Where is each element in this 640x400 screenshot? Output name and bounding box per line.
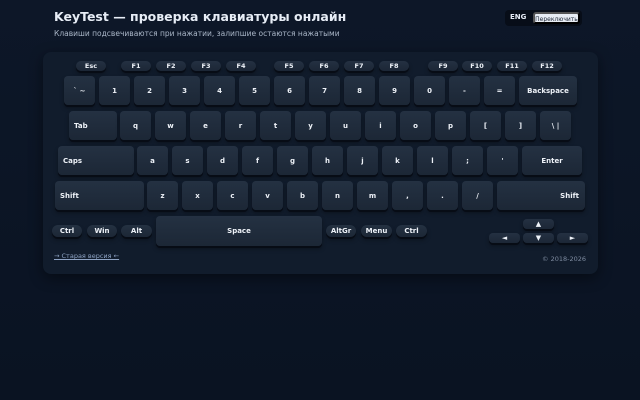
key-menu[interactable]: Menu [361,225,392,237]
key-ctrl-right[interactable]: Ctrl [396,225,427,237]
key-f2[interactable]: F2 [156,61,186,71]
key-o[interactable]: o [400,111,431,140]
key-j[interactable]: j [347,146,378,175]
key-9[interactable]: 9 [379,76,410,105]
key-f11[interactable]: F11 [497,61,527,71]
page-title: KeyTest — проверка клавиатуры онлайн [54,9,347,24]
key-f12[interactable]: F12 [532,61,562,71]
key-alt[interactable]: Alt [121,225,152,237]
key-b[interactable]: b [287,181,318,210]
key-x[interactable]: x [182,181,213,210]
key-f7[interactable]: F7 [344,61,374,71]
key-l[interactable]: l [417,146,448,175]
key-arrow-right[interactable]: ► [557,233,588,243]
language-switcher: ENG Переключить [505,10,582,26]
key-5[interactable]: 5 [239,76,270,105]
key-arrow-down[interactable]: ▼ [523,233,554,243]
key-w[interactable]: w [155,111,186,140]
key-f6[interactable]: F6 [309,61,339,71]
key-equals[interactable]: = [484,76,515,105]
key-y[interactable]: y [295,111,326,140]
key-7[interactable]: 7 [309,76,340,105]
key-s[interactable]: s [172,146,203,175]
key-minus[interactable]: - [449,76,480,105]
key-z[interactable]: z [147,181,178,210]
key-shift-left[interactable]: Shift [55,181,144,210]
key-d[interactable]: d [207,146,238,175]
current-language-label: ENG [510,13,527,21]
key-shift-right[interactable]: Shift [497,181,585,210]
key-f8[interactable]: F8 [379,61,409,71]
key-altgr[interactable]: AltGr [326,225,356,237]
key-backslash[interactable]: \ | [540,111,571,140]
key-caps[interactable]: Caps [58,146,134,175]
key-slash[interactable]: / [462,181,493,210]
key-k[interactable]: k [382,146,413,175]
page-subtitle: Клавиши подсвечиваются при нажатии, зали… [54,29,340,38]
key-4[interactable]: 4 [204,76,235,105]
key-n[interactable]: n [322,181,353,210]
key-f1[interactable]: F1 [121,61,151,71]
key-a[interactable]: a [137,146,168,175]
key-backtick[interactable]: ` ~ [64,76,95,105]
key-c[interactable]: c [217,181,248,210]
key-h[interactable]: h [312,146,343,175]
key-f4[interactable]: F4 [226,61,256,71]
key-ctrl-left[interactable]: Ctrl [52,225,82,237]
key-tab[interactable]: Tab [69,111,117,140]
key-arrow-up[interactable]: ▲ [523,219,554,229]
key-3[interactable]: 3 [169,76,200,105]
key-m[interactable]: m [357,181,388,210]
key-period[interactable]: . [427,181,458,210]
copyright: © 2018-2026 [542,255,586,263]
key-bracket-left[interactable]: [ [470,111,501,140]
old-version-link[interactable]: → Старая версия ← [54,252,119,260]
key-quote[interactable]: ' [487,146,518,175]
key-g[interactable]: g [277,146,308,175]
key-space[interactable]: Space [156,216,322,246]
key-enter[interactable]: Enter [522,146,582,175]
key-2[interactable]: 2 [134,76,165,105]
key-i[interactable]: i [365,111,396,140]
key-comma[interactable]: , [392,181,423,210]
key-p[interactable]: p [435,111,466,140]
key-semicolon[interactable]: ; [452,146,483,175]
key-r[interactable]: r [225,111,256,140]
key-e[interactable]: e [190,111,221,140]
key-1[interactable]: 1 [99,76,130,105]
key-f5[interactable]: F5 [274,61,304,71]
key-8[interactable]: 8 [344,76,375,105]
key-0[interactable]: 0 [414,76,445,105]
key-bracket-right[interactable]: ] [505,111,536,140]
key-f3[interactable]: F3 [191,61,221,71]
key-f9[interactable]: F9 [428,61,458,71]
switch-language-button[interactable]: Переключить [533,12,580,24]
key-f10[interactable]: F10 [462,61,492,71]
key-f[interactable]: f [242,146,273,175]
key-arrow-left[interactable]: ◄ [489,233,520,243]
keyboard-panel: Esc F1 F2 F3 F4 F5 F6 F7 F8 F9 F10 F11 F12 ` ~1 2 3 4 5 6 7… [43,52,598,274]
key-u[interactable]: u [330,111,361,140]
key-t[interactable]: t [260,111,291,140]
key-backspace[interactable]: Backspace [519,76,577,105]
key-6[interactable]: 6 [274,76,305,105]
key-q[interactable]: q [120,111,151,140]
key-esc[interactable]: Esc [76,61,106,71]
key-v[interactable]: v [252,181,283,210]
key-win[interactable]: Win [87,225,117,237]
